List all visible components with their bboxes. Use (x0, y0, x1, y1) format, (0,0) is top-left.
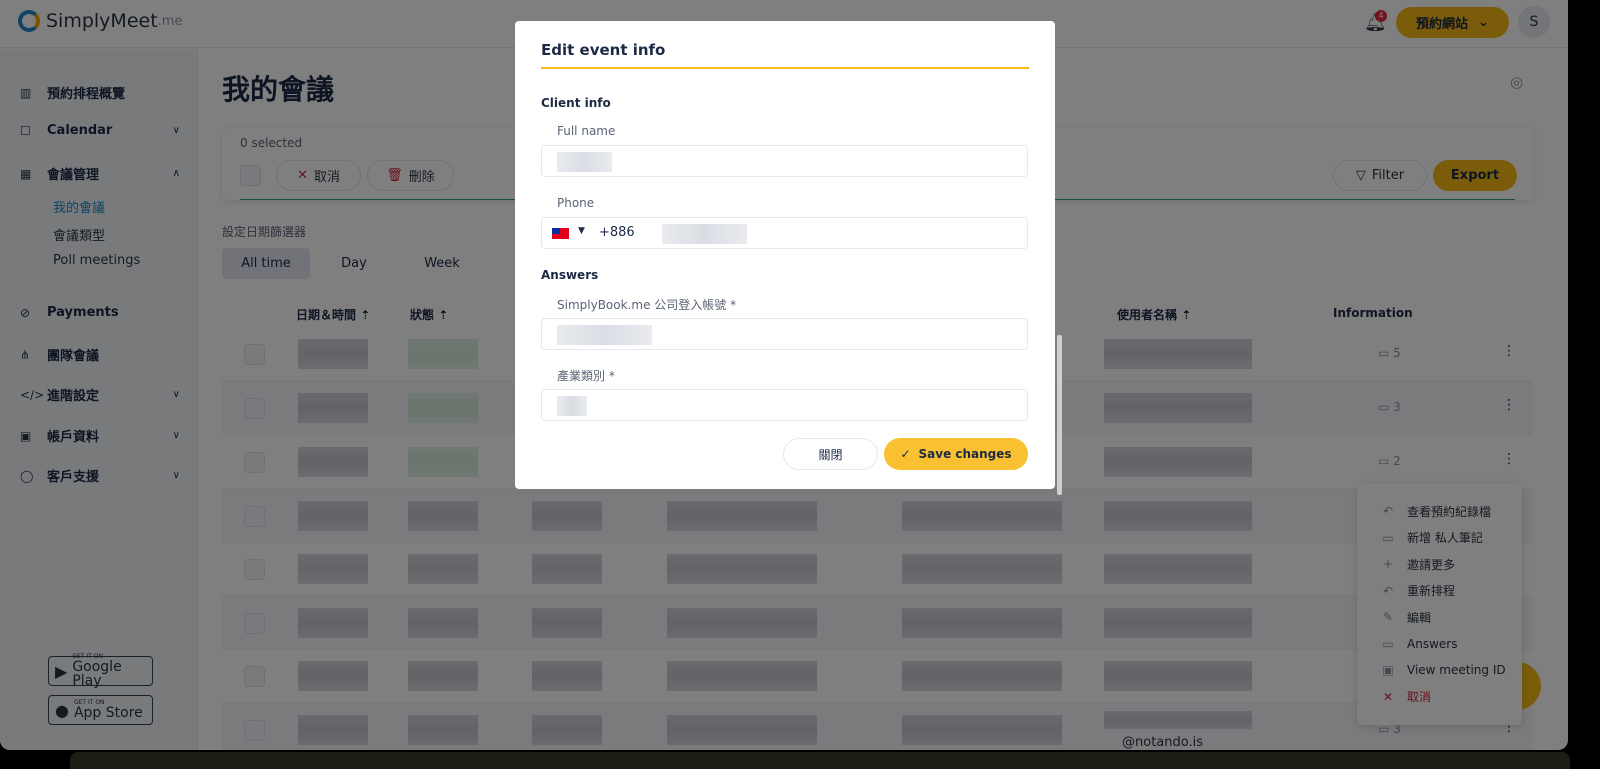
phone-label: Phone (557, 196, 595, 210)
modal-title: Edit event info (541, 41, 666, 59)
save-label: Save changes (918, 447, 1012, 461)
redacted-value (557, 396, 587, 416)
redacted-value (662, 224, 747, 244)
question-1-label: SimplyBook.me 公司登入帳號 * (557, 298, 737, 312)
save-changes-button[interactable]: ✓ Save changes (884, 438, 1028, 470)
check-icon: ✓ (900, 447, 911, 461)
redacted-value (557, 325, 652, 345)
redacted-value (557, 152, 612, 172)
scrollbar[interactable] (1057, 335, 1062, 495)
question-2-label: 產業類別 * (557, 369, 615, 383)
close-button[interactable]: 關閉 (783, 438, 878, 470)
phone-input[interactable]: ▼ +886 (541, 217, 1028, 249)
full-name-input[interactable] (541, 145, 1028, 177)
taiwan-flag-icon[interactable] (552, 228, 569, 239)
title-underline (541, 67, 1029, 69)
answers-heading: Answers (541, 268, 599, 282)
full-name-label: Full name (557, 124, 616, 138)
client-info-heading: Client info (541, 96, 611, 110)
edit-event-modal: Edit event info Client info Full name Ph… (515, 21, 1055, 489)
phone-country-code: +886 (599, 225, 635, 240)
question-1-input[interactable] (541, 318, 1028, 350)
caret-down-icon[interactable]: ▼ (578, 226, 585, 236)
question-2-input[interactable] (541, 389, 1028, 421)
